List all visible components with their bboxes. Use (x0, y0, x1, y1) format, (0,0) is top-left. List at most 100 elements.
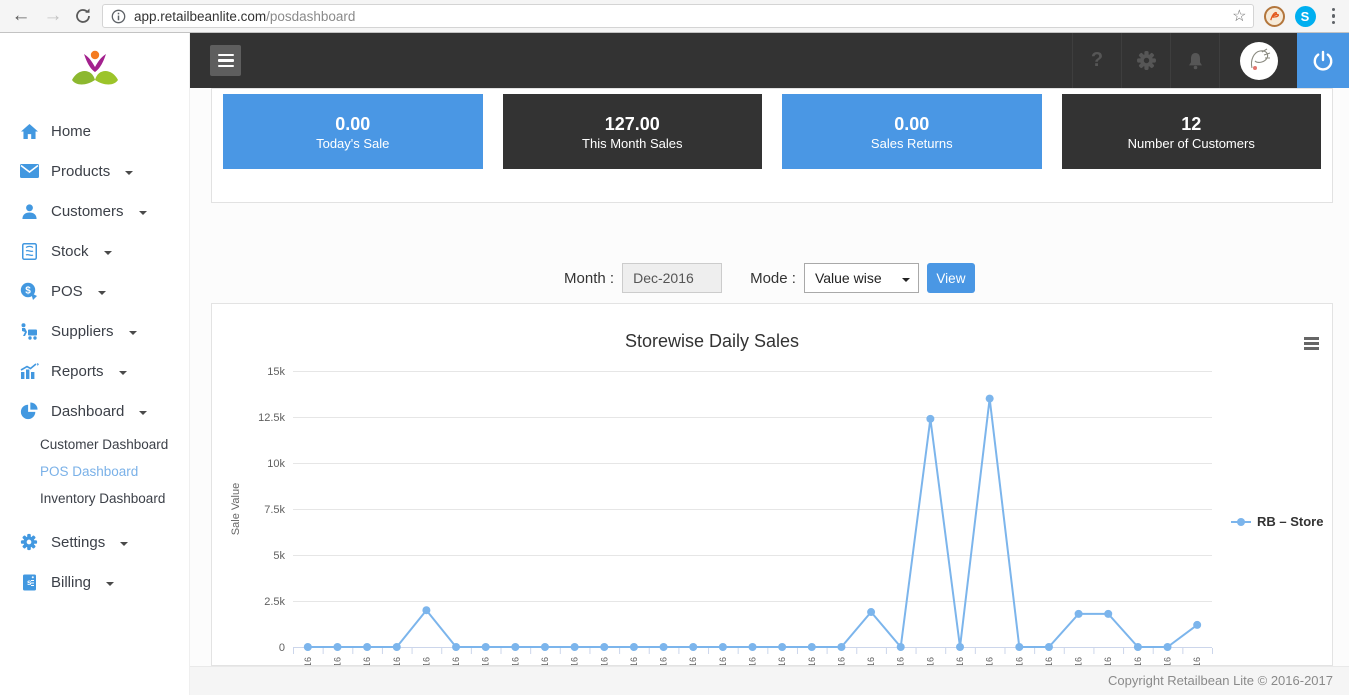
sidebar-item-settings[interactable]: Settings (0, 522, 189, 562)
mode-select-value: Value wise (815, 270, 882, 286)
notifications-button[interactable] (1170, 33, 1219, 88)
stat-value: 0.00 (894, 112, 929, 136)
svg-text:25-Dec-16: 25-Dec-16 (1014, 657, 1024, 665)
sidebar-item-customers[interactable]: Customers (0, 191, 189, 231)
svg-text:29-Dec-16: 29-Dec-16 (1133, 657, 1143, 665)
address-bar[interactable]: app.retailbeanlite.com/posdashboard ☆ (102, 4, 1254, 28)
view-button[interactable]: View (927, 263, 975, 293)
month-input[interactable] (622, 263, 722, 293)
chevron-down-icon (129, 331, 137, 339)
sidebar-item-home[interactable]: Home (0, 111, 189, 151)
chevron-down-icon (104, 251, 112, 259)
legend-label: RB – Store (1257, 514, 1323, 529)
sidebar-item-suppliers[interactable]: Suppliers (0, 311, 189, 351)
sidebar-item-billing[interactable]: s Billing (0, 562, 189, 602)
chevron-down-icon (119, 371, 127, 379)
svg-text:7-Dec-16: 7-Dec-16 (481, 657, 491, 665)
pie-chart-icon (18, 402, 40, 420)
mode-label: Mode : (750, 270, 796, 287)
power-icon (1311, 49, 1335, 73)
svg-text:13-Dec-16: 13-Dec-16 (659, 657, 669, 665)
envelope-icon (18, 164, 40, 178)
svg-text:31-Dec-16: 31-Dec-16 (1192, 657, 1202, 665)
footer: Copyright Retailbean Lite © 2016-2017 (190, 666, 1349, 695)
bookmark-star-icon[interactable]: ☆ (1232, 6, 1246, 26)
avatar (1240, 42, 1278, 80)
sidebar-nav: Home Products Customers Stock $ POS (0, 111, 189, 431)
svg-text:21-Dec-16: 21-Dec-16 (896, 657, 906, 665)
stat-value: 127.00 (605, 112, 660, 136)
svg-text:11-Dec-16: 11-Dec-16 (599, 657, 609, 665)
browser-menu-icon[interactable] (1326, 8, 1342, 25)
url-text: app.retailbeanlite.com/posdashboard (134, 9, 355, 24)
sidebar-toggle-button[interactable] (210, 45, 241, 76)
sidebar-item-dashboard[interactable]: Dashboard (0, 391, 189, 431)
mode-select[interactable]: Value wise (804, 263, 919, 293)
sidebar-item-pos[interactable]: $ POS (0, 271, 189, 311)
browser-forward-icon[interactable]: → (42, 5, 64, 27)
stat-label: Today's Sale (316, 136, 389, 151)
svg-text:5-Dec-16: 5-Dec-16 (421, 657, 431, 665)
svg-text:2.5k: 2.5k (264, 596, 285, 608)
stat-value: 0.00 (335, 112, 370, 136)
chevron-down-icon (106, 582, 114, 590)
help-button[interactable]: ? (1072, 33, 1121, 88)
svg-text:4-Dec-16: 4-Dec-16 (392, 657, 402, 665)
svg-text:22-Dec-16: 22-Dec-16 (925, 657, 935, 665)
stat-card-customer-count: 12 Number of Customers (1062, 94, 1322, 169)
sidebar-item-stock[interactable]: Stock (0, 231, 189, 271)
sales-line-chart: 02.5k5k7.5k10k12.5k15k1-Dec-162-Dec-163-… (212, 304, 1332, 665)
url-host: app.retailbeanlite.com (134, 9, 266, 24)
stat-label: This Month Sales (582, 136, 682, 151)
svg-text:12-Dec-16: 12-Dec-16 (629, 657, 639, 665)
browser-back-icon[interactable]: ← (10, 5, 32, 27)
browser-refresh-icon[interactable] (74, 7, 92, 25)
svg-text:20-Dec-16: 20-Dec-16 (866, 657, 876, 665)
chevron-down-icon (139, 211, 147, 219)
svg-text:0: 0 (279, 642, 285, 654)
gear-icon (1136, 50, 1157, 71)
sidebar-subitem-inventory-dashboard[interactable]: Inventory Dashboard (0, 485, 189, 512)
svg-text:26-Dec-16: 26-Dec-16 (1044, 657, 1054, 665)
svg-text:14-Dec-16: 14-Dec-16 (688, 657, 698, 665)
svg-text:9-Dec-16: 9-Dec-16 (540, 657, 550, 665)
retailbean-logo[interactable] (0, 33, 189, 111)
stat-value: 12 (1181, 112, 1201, 136)
sidebar-item-products[interactable]: Products (0, 151, 189, 191)
app-header: ? (190, 33, 1349, 88)
chevron-down-icon (98, 291, 106, 299)
sales-chart-panel: Storewise Daily Sales Sale Value 02.5k5k… (211, 303, 1333, 666)
svg-text:30-Dec-16: 30-Dec-16 (1163, 657, 1173, 665)
svg-text:15k: 15k (267, 366, 285, 378)
sidebar-item-reports[interactable]: Reports (0, 351, 189, 391)
user-menu-button[interactable] (1219, 33, 1297, 88)
chart-filter-row: Month : Mode : Value wise View (190, 263, 1349, 293)
gear-icon (18, 533, 40, 551)
url-path: /posdashboard (266, 9, 355, 24)
sidebar-subitem-customer-dashboard[interactable]: Customer Dashboard (0, 431, 189, 458)
skype-extension-icon[interactable]: S (1295, 6, 1316, 27)
svg-text:12.5k: 12.5k (258, 412, 285, 424)
svg-text:24-Dec-16: 24-Dec-16 (985, 657, 995, 665)
main-content: 0.00 Today's Sale 127.00 This Month Sale… (190, 88, 1349, 666)
svg-text:16-Dec-16: 16-Dec-16 (748, 657, 758, 665)
svg-text:23-Dec-16: 23-Dec-16 (955, 657, 965, 665)
chevron-down-icon (902, 278, 910, 286)
sidebar-subitem-pos-dashboard[interactable]: POS Dashboard (0, 458, 189, 485)
logout-button[interactable] (1297, 33, 1349, 88)
help-icon: ? (1091, 49, 1103, 72)
chevron-down-icon (139, 411, 147, 419)
svg-text:27-Dec-16: 27-Dec-16 (1074, 657, 1084, 665)
invoice-icon: s (18, 574, 40, 591)
svg-text:15-Dec-16: 15-Dec-16 (718, 657, 728, 665)
svg-text:28-Dec-16: 28-Dec-16 (1103, 657, 1113, 665)
stat-cards-panel: 0.00 Today's Sale 127.00 This Month Sale… (211, 88, 1333, 203)
ledger-icon (18, 243, 40, 260)
settings-button[interactable] (1121, 33, 1170, 88)
dashboard-submenu: Customer Dashboard POS Dashboard Invento… (0, 431, 189, 512)
page-info-icon[interactable] (111, 9, 126, 24)
svg-text:17-Dec-16: 17-Dec-16 (777, 657, 787, 665)
svg-text:10k: 10k (267, 458, 285, 470)
extension-icon[interactable] (1264, 6, 1285, 27)
legend-item-rb-store[interactable]: RB – Store (1230, 514, 1323, 529)
